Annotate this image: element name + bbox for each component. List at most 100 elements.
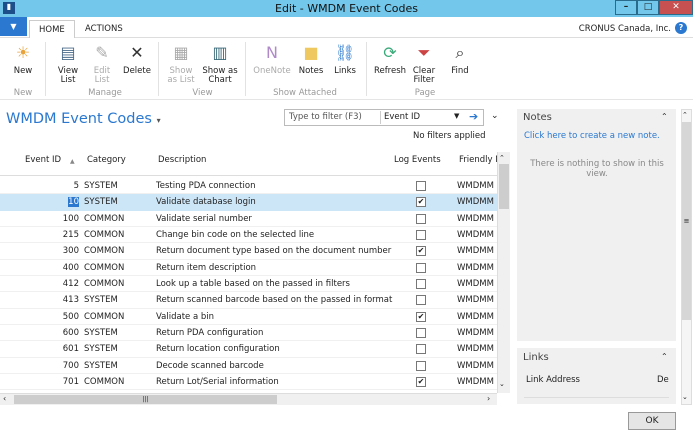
ribbon-button-links[interactable]: ⛓ Links (325, 42, 365, 76)
table-row[interactable]: 412 COMMON Look up a table based on the … (0, 276, 497, 293)
cell-description[interactable]: Validate serial number (156, 214, 252, 224)
filter-input[interactable]: Type to filter (F3) (289, 112, 362, 122)
cell-friendly-name[interactable]: WMDMM (457, 312, 497, 322)
cell-friendly-name[interactable]: WMDMM (457, 181, 497, 191)
cell-event-id[interactable]: 100 (63, 214, 79, 224)
table-row[interactable]: 700 SYSTEM Decode scanned barcode WMDMM (0, 358, 497, 374)
ok-button[interactable]: OK (628, 412, 676, 430)
cell-description[interactable]: Validate database login (156, 197, 256, 207)
tab-actions[interactable]: ACTIONS (76, 20, 132, 38)
cell-description[interactable]: Return location configuration (156, 344, 280, 354)
ribbon-button-onenote[interactable]: N OneNote (252, 42, 292, 76)
cell-event-id[interactable]: 601 (63, 344, 79, 354)
chevron-down-icon[interactable]: ▼ (454, 112, 459, 120)
cell-friendly-name[interactable]: WMDMM (457, 344, 497, 354)
cell-description[interactable]: Decode scanned barcode (156, 361, 264, 371)
cell-category[interactable]: COMMON (84, 312, 124, 322)
cell-event-id[interactable]: 500 (63, 312, 79, 322)
log-events-checkbox[interactable] (416, 213, 426, 224)
cell-friendly-name[interactable]: WMDMM (457, 263, 497, 273)
scroll-thumb[interactable] (499, 164, 509, 209)
cell-friendly-name[interactable]: WMDMM (457, 230, 497, 240)
cell-event-id[interactable]: 5 (74, 181, 79, 191)
log-events-checkbox[interactable]: ✔ (416, 197, 426, 208)
table-row[interactable]: 215 COMMON Change bin code on the select… (0, 227, 497, 244)
cell-category[interactable]: COMMON (84, 230, 124, 240)
hscroll-thumb[interactable]: ||| (14, 395, 277, 404)
cell-category[interactable]: COMMON (84, 214, 124, 224)
cell-friendly-name[interactable]: WMDMM (457, 214, 497, 224)
cell-friendly-name[interactable]: WMDMM (457, 361, 497, 371)
cell-event-id[interactable]: 413 (63, 295, 79, 305)
collapse-links-icon[interactable]: ⌃ (661, 352, 668, 361)
log-events-checkbox[interactable] (416, 344, 426, 355)
cell-event-id[interactable]: 700 (63, 361, 79, 371)
expand-filter-icon[interactable]: ⌄ (491, 111, 499, 121)
table-row[interactable]: 100 COMMON Validate serial number WMDMM (0, 211, 497, 227)
ribbon-button-new[interactable]: ☀ New (3, 42, 43, 76)
minimize-button[interactable]: – (615, 0, 637, 15)
cell-event-id[interactable]: 10 (68, 197, 79, 208)
table-row[interactable]: 701 COMMON Return Lot/Serial information… (0, 374, 497, 391)
table-horizontal-scrollbar[interactable]: ‹ ||| › (0, 393, 497, 405)
maximize-button[interactable]: □ (637, 0, 659, 15)
ribbon-button-delete[interactable]: ✕ Delete (117, 42, 157, 76)
create-note-link[interactable]: Click here to create a new note. (524, 131, 660, 141)
cell-category[interactable]: COMMON (84, 263, 124, 273)
cell-category[interactable]: SYSTEM (84, 181, 118, 191)
header-friendly-name[interactable]: Friendly N (459, 155, 497, 165)
cell-category[interactable]: SYSTEM (84, 328, 118, 338)
help-icon[interactable]: ? (675, 22, 687, 34)
ribbon-button-edit-list[interactable]: ✎ Edit List (82, 42, 122, 85)
cell-category[interactable]: SYSTEM (84, 197, 118, 207)
log-events-checkbox[interactable] (416, 360, 426, 371)
apply-filter-arrow-icon[interactable]: ➔ (469, 110, 478, 123)
cell-category[interactable]: SYSTEM (84, 344, 118, 354)
log-events-checkbox[interactable] (416, 327, 426, 338)
ribbon-button-show-as-chart[interactable]: ▥ Show as Chart (200, 42, 240, 85)
header-description[interactable]: Description (158, 155, 206, 165)
cell-description[interactable]: Return Lot/Serial information (156, 377, 279, 387)
log-events-checkbox[interactable] (416, 262, 426, 273)
ribbon-button-find[interactable]: ⌕ Find (440, 42, 480, 76)
cell-category[interactable]: SYSTEM (84, 361, 118, 371)
cell-description[interactable]: Return document type based on the docume… (156, 246, 391, 256)
log-events-checkbox[interactable]: ✔ (416, 311, 426, 322)
cell-description[interactable]: Testing PDA connection (156, 181, 255, 191)
log-events-checkbox[interactable] (416, 295, 426, 306)
page-title[interactable]: WMDM Event Codes ▾ (6, 111, 161, 127)
table-row[interactable]: 600 SYSTEM Return PDA configuration WMDM… (0, 325, 497, 342)
cell-category[interactable]: COMMON (84, 377, 124, 387)
cell-friendly-name[interactable]: WMDMM (457, 328, 497, 338)
cell-friendly-name[interactable]: WMDMM (457, 279, 497, 289)
cell-description[interactable]: Change bin code on the selected line (156, 230, 314, 240)
cell-event-id[interactable]: 400 (63, 263, 79, 273)
cell-event-id[interactable]: 701 (63, 377, 79, 387)
cell-description[interactable]: Look up a table based on the passed in f… (156, 279, 350, 289)
table-row[interactable]: 5 SYSTEM Testing PDA connection WMDMM (0, 178, 497, 195)
collapse-notes-icon[interactable]: ⌃ (661, 112, 668, 121)
cell-friendly-name[interactable]: WMDMM (457, 246, 497, 256)
close-button[interactable]: ✕ (659, 0, 693, 15)
cell-friendly-name[interactable]: WMDMM (457, 295, 497, 305)
header-event-id[interactable]: Event ID (25, 155, 61, 165)
file-menu-button[interactable]: ▼ (0, 17, 27, 36)
table-row[interactable]: 500 COMMON Validate a bin ✔ WMDMM (0, 309, 497, 325)
filter-field-select[interactable]: Event ID (384, 112, 420, 122)
log-events-checkbox[interactable]: ✔ (416, 376, 426, 387)
cell-category[interactable]: COMMON (84, 246, 124, 256)
log-events-checkbox[interactable] (416, 278, 426, 289)
page-vertical-scrollbar[interactable]: ⌃ ≡ ⌄ (681, 109, 692, 405)
cell-description[interactable]: Return item description (156, 263, 256, 273)
cell-description[interactable]: Return PDA configuration (156, 328, 263, 338)
log-events-checkbox[interactable]: ✔ (416, 246, 426, 257)
header-category[interactable]: Category (87, 155, 126, 165)
cell-category[interactable]: COMMON (84, 279, 124, 289)
cell-description[interactable]: Return scanned barcode based on the pass… (156, 295, 392, 305)
log-events-checkbox[interactable] (416, 181, 426, 191)
table-row[interactable]: 300 COMMON Return document type based on… (0, 243, 497, 260)
table-row[interactable]: 601 SYSTEM Return location configuration… (0, 341, 497, 358)
cell-description[interactable]: Validate a bin (156, 312, 214, 322)
cell-event-id[interactable]: 600 (63, 328, 79, 338)
tab-home[interactable]: HOME (29, 20, 75, 38)
